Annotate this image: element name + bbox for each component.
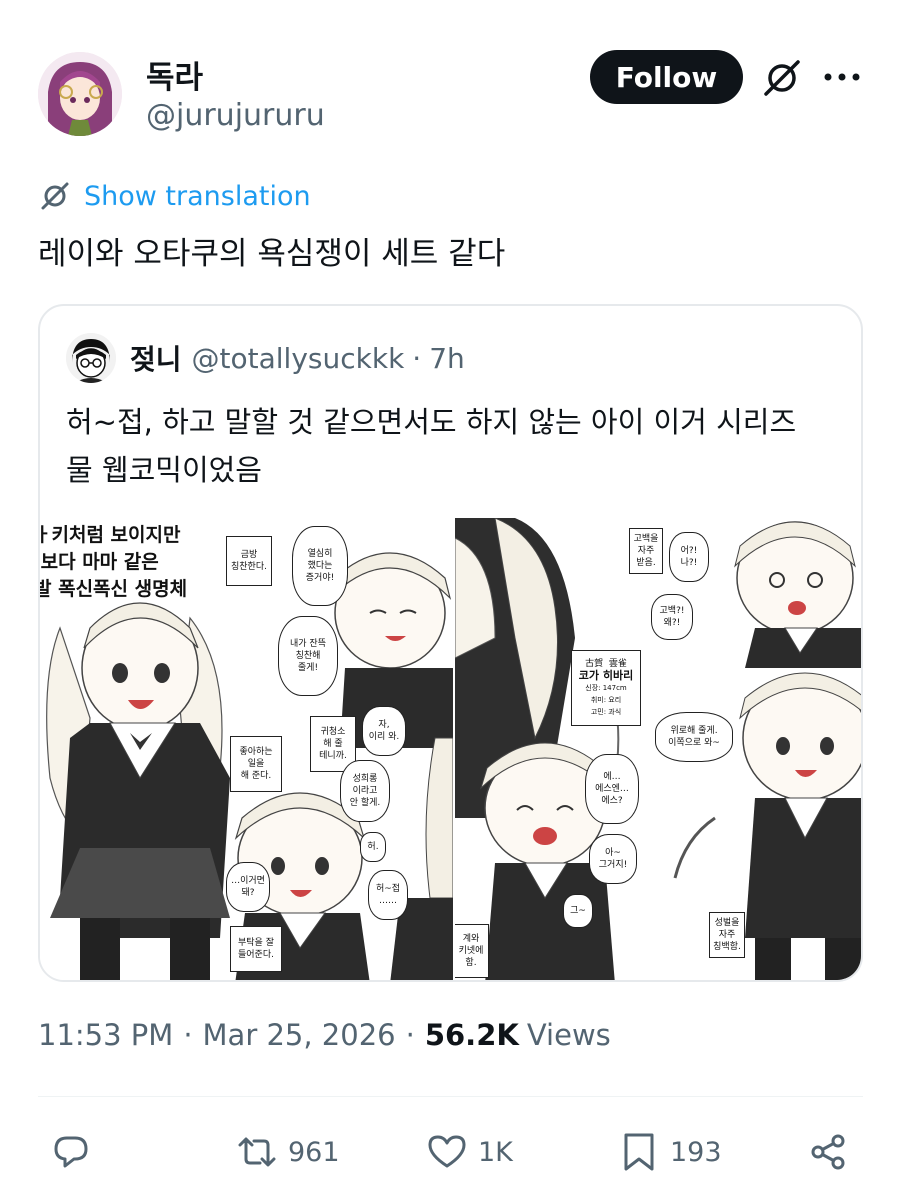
bookmark-count: 193 xyxy=(670,1136,722,1168)
comic-speech-bubble: 내가 잔뜩 칭찬해 줄게! xyxy=(278,616,338,696)
quoted-author-avatar-image xyxy=(66,333,116,383)
comic-speech-bubble: 열심히 했다는 증거야! xyxy=(292,526,348,606)
tweet-page: 독라 @jurujururu Follow Show translation 레… xyxy=(0,0,900,1203)
tweet-meta: 11:53 PM · Mar 25, 2026 · 56.2K Views xyxy=(38,1018,611,1052)
grok-translate-icon xyxy=(41,182,69,210)
tweet-date[interactable]: Mar 25, 2026 xyxy=(203,1018,396,1052)
show-translation-link[interactable]: Show translation xyxy=(38,176,311,216)
comic-caption: 계와 키넷에 함. xyxy=(455,924,489,978)
reply-icon xyxy=(54,1136,88,1168)
more-options-icon[interactable] xyxy=(822,64,862,90)
comic-speech-bubble: 허. xyxy=(360,832,386,862)
quoted-text-line-2: 물 웹코믹이었음 xyxy=(66,453,262,487)
comic-caption: 고백을 자주 받음. xyxy=(629,528,663,574)
follow-button[interactable]: Follow xyxy=(590,50,743,104)
heart-icon xyxy=(428,1135,466,1168)
repost-count: 961 xyxy=(288,1136,340,1168)
comic-caption: 부탁을 잘 들어준다. xyxy=(230,926,282,972)
tweet-text: 레이와 오타쿠의 욕심쟁이 세트 같다 xyxy=(38,236,506,272)
comic-speech-bubble: 에… 에스엔… 에스? xyxy=(585,754,639,824)
author-avatar-image xyxy=(38,52,122,136)
share-icon xyxy=(811,1134,845,1170)
quoted-author-avatar[interactable] xyxy=(66,333,116,383)
comic-speech-bubble: 어?! 나?! xyxy=(669,532,709,582)
character-profile-box: 古賀 雲雀 코가 히바리 신장: 147cm 취미: 요리 고민: 과식 xyxy=(571,650,641,726)
quoted-text-line-1: 허~접, 하고 말할 것 같으면서도 하지 않는 아이 이거 시리즈 xyxy=(66,405,797,439)
comic-speech-bubble: 허~접 …… xyxy=(368,870,408,920)
bookmark-button[interactable]: 193 xyxy=(618,1130,722,1174)
quoted-author-handle[interactable]: @totallysuckkk xyxy=(192,342,405,375)
tweet-time[interactable]: 11:53 PM xyxy=(38,1018,173,1052)
comic-speech-bubble: 성희롱 이라고 안 할게. xyxy=(340,760,390,822)
share-button[interactable] xyxy=(808,1130,850,1174)
quoted-author-display-name[interactable]: 젖니 xyxy=(130,338,182,378)
comic-speech-bubble: 자, 이리 와. xyxy=(362,706,406,756)
author-avatar[interactable] xyxy=(38,52,122,136)
reply-button[interactable] xyxy=(50,1130,92,1174)
comic-caption: 좋아하는 일을 해 준다. xyxy=(230,736,282,792)
show-translation-label: Show translation xyxy=(84,180,311,212)
profile-height: 신장: 147cm xyxy=(585,684,627,692)
views-count: 56.2K xyxy=(424,1018,519,1052)
quoted-separator: · xyxy=(412,341,422,375)
comic-speech-bubble: 고백?! 왜?! xyxy=(651,594,693,640)
quoted-tweet-header: 젖니 @totallysuckkk · 7h xyxy=(66,333,465,383)
bookmark-icon xyxy=(624,1133,654,1171)
profile-hobby: 취미: 요리 xyxy=(590,696,622,704)
meta-separator: · xyxy=(183,1018,193,1052)
comic-title-left: ㅏ키처럼 보이지만 ·보다 마마 같은 발 폭신폭신 생명체 xyxy=(40,524,188,600)
views-label: Views xyxy=(526,1018,611,1052)
divider xyxy=(38,1096,863,1097)
grok-icon[interactable] xyxy=(760,56,804,100)
comic-speech-bubble: 아~ 그거지! xyxy=(589,834,637,884)
comic-speech-bubble: 위로해 줄게. 이쪽으로 와~ xyxy=(655,712,733,762)
comic-speech-bubble: 그~ xyxy=(563,894,593,928)
repost-button[interactable]: 961 xyxy=(236,1130,340,1174)
quoted-timestamp[interactable]: 7h xyxy=(429,342,465,375)
like-button[interactable]: 1K xyxy=(426,1130,513,1174)
comic-image-left[interactable]: ㅏ키처럼 보이지만 ·보다 마마 같은 발 폭신폭신 생명체 금방 칭찬한다. … xyxy=(40,518,453,980)
comic-speech-bubble: …이거면 돼? xyxy=(226,862,270,912)
author-display-name[interactable]: 독라 xyxy=(146,52,203,97)
profile-worry: 고민: 과식 xyxy=(590,708,622,716)
like-count: 1K xyxy=(478,1136,513,1168)
comic-caption: 성벌을 자주 칭백함. xyxy=(709,912,745,958)
repost-icon xyxy=(238,1137,276,1167)
author-handle[interactable]: @jurujururu xyxy=(146,98,325,133)
meta-separator: · xyxy=(405,1018,415,1052)
comic-image-right[interactable]: 고백을 자주 받음. 어?! 나?! 고백?! 왜?! 古賀 雲雀 코가 히바리… xyxy=(455,518,861,980)
quoted-tweet-card[interactable]: 젖니 @totallysuckkk · 7h 허~접, 하고 말할 것 같으면서… xyxy=(38,304,863,982)
profile-name: 코가 히바리 xyxy=(578,669,634,682)
quoted-tweet-text: 허~접, 하고 말할 것 같으면서도 하지 않는 아이 이거 시리즈 물 웹코믹… xyxy=(66,398,846,494)
comic-caption: 금방 칭찬한다. xyxy=(226,536,272,586)
quoted-media-grid[interactable]: ㅏ키처럼 보이지만 ·보다 마마 같은 발 폭신폭신 생명체 금방 칭찬한다. … xyxy=(40,518,861,980)
